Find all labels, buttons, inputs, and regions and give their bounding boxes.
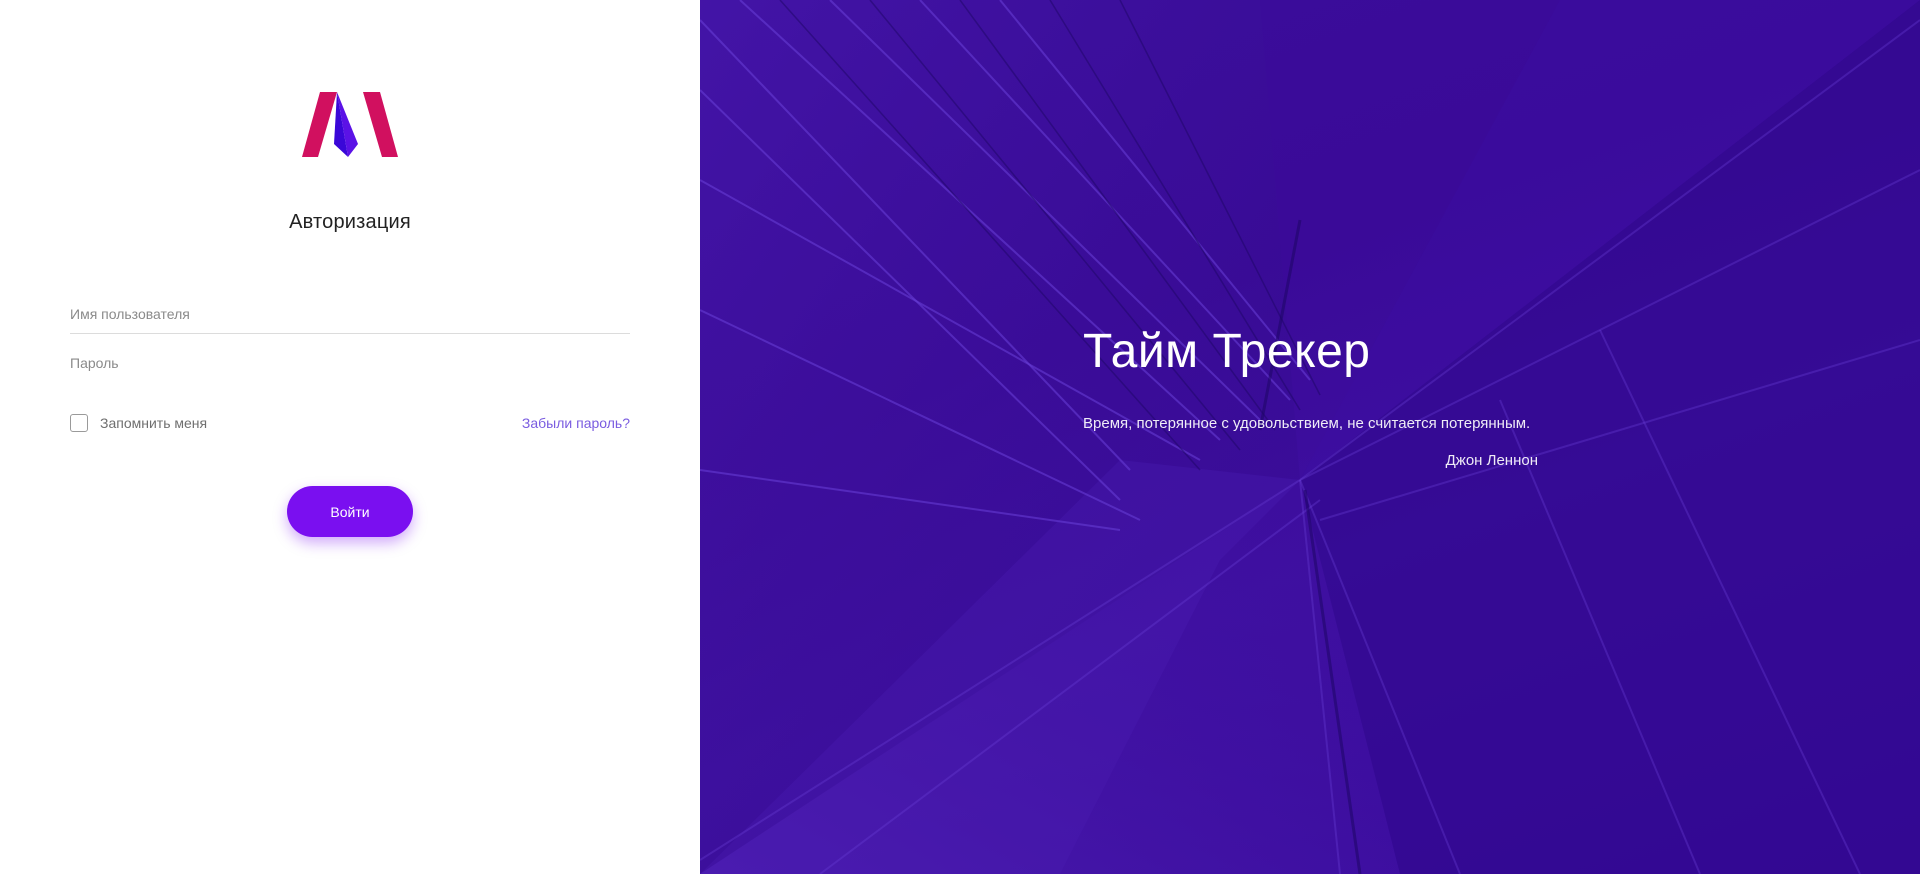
username-input[interactable]	[70, 294, 630, 333]
login-button[interactable]: Войти	[287, 486, 413, 537]
login-title: Авторизация	[289, 211, 411, 233]
forgot-password-link[interactable]: Забыли пароль?	[522, 414, 630, 432]
hero-content: Тайм Трекер Время, потерянное с удовольс…	[1083, 320, 1538, 471]
username-field	[70, 294, 630, 334]
brand-logo-icon	[302, 92, 398, 157]
auth-page: Авторизация Запомнить меня Забыли пароль…	[0, 0, 1920, 874]
checkbox-icon[interactable]	[70, 414, 88, 432]
hero-panel: Тайм Трекер Время, потерянное с удовольс…	[700, 0, 1920, 874]
remember-me-option[interactable]: Запомнить меня	[70, 414, 207, 432]
hero-quote: Время, потерянное с удовольствием, не сч…	[1083, 415, 1531, 432]
remember-me-label: Запомнить меня	[100, 415, 208, 431]
quote-author: Джон Леннон	[1445, 452, 1538, 469]
password-input[interactable]	[70, 343, 630, 383]
app-title: Тайм Трекер	[1083, 325, 1371, 378]
login-panel: Авторизация Запомнить меня Забыли пароль…	[0, 0, 700, 874]
password-field	[70, 343, 630, 383]
